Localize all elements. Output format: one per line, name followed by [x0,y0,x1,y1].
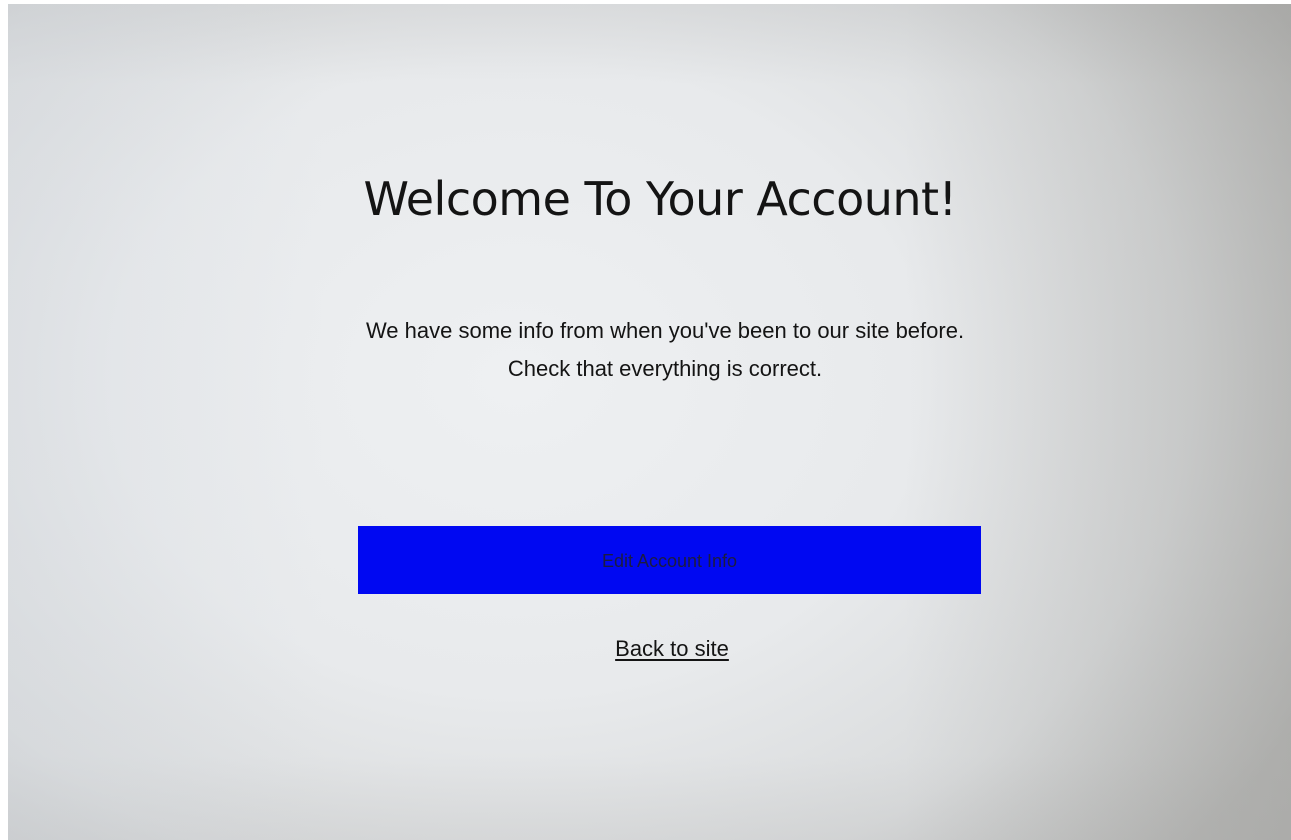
back-to-site-link[interactable]: Back to site [560,636,784,662]
page-title: Welcome To Your Account! [363,172,957,226]
edit-account-info-button[interactable]: Edit Account Info [358,526,981,594]
intro-line-2: Check that everything is correct. [507,356,823,381]
intro-text: We have some info from when you've been … [360,312,970,388]
account-welcome-page: Welcome To Your Account! We have some in… [0,0,1291,840]
intro-line-1: We have some info from when you've been … [365,318,965,343]
